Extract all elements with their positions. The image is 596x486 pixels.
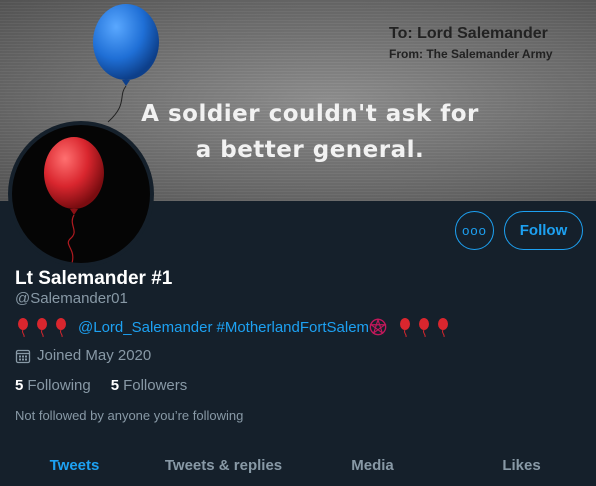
red-balloon-emoji-icon — [400, 318, 411, 337]
handle: @Salemander01 — [15, 290, 128, 307]
more-options-icon: ooo — [462, 223, 487, 238]
followers-label: Followers — [123, 377, 188, 394]
red-balloon-emoji-icon — [37, 318, 47, 337]
red-balloon-emoji-icon — [56, 318, 66, 337]
tab-tweets[interactable]: Tweets — [0, 446, 149, 486]
bio: @Lord_Salemander #MotherlandFortSalem — [15, 316, 454, 338]
followers-link[interactable]: 5 Followers — [111, 377, 188, 394]
joined-date: Joined May 2020 — [15, 347, 151, 364]
banner-to-line: To: Lord Salemander — [389, 25, 548, 42]
pentagram-icon — [369, 318, 387, 336]
joined-label: Joined May 2020 — [37, 347, 152, 364]
following-count: 5 — [15, 377, 24, 394]
banner-slogan: A soldier couldn't ask for a better gene… — [120, 96, 500, 168]
red-balloon-emoji-icon — [18, 318, 28, 337]
red-balloon-emoji-icon — [438, 318, 449, 337]
following-link[interactable]: 5 Following — [15, 377, 91, 394]
bio-mention-link[interactable]: @Lord_Salemander — [78, 319, 212, 336]
not-followed-notice: Not followed by anyone you’re following — [15, 408, 244, 423]
banner-slogan-line2: a better general. — [195, 137, 425, 163]
red-balloon-emoji-icon — [419, 318, 430, 337]
followers-count: 5 — [110, 377, 120, 394]
banner-slogan-line1: A soldier couldn't ask for — [141, 101, 479, 127]
tab-media[interactable]: Media — [298, 446, 447, 486]
bio-hashtag-link[interactable]: #MotherlandFortSalem — [216, 319, 369, 336]
tab-tweets-and-replies[interactable]: Tweets & replies — [149, 446, 298, 486]
more-options-button[interactable]: ooo — [455, 211, 494, 250]
calendar-icon — [15, 349, 31, 363]
avatar[interactable] — [8, 121, 154, 267]
profile-tabs: Tweets Tweets & replies Media Likes — [0, 446, 596, 486]
tab-likes[interactable]: Likes — [447, 446, 596, 486]
following-label: Following — [27, 377, 91, 394]
follow-stats: 5 Following 5 Followers — [15, 377, 207, 394]
red-balloon-avatar-icon — [44, 137, 104, 263]
follow-button[interactable]: Follow — [504, 211, 583, 250]
display-name: Lt Salemander #1 — [15, 268, 173, 289]
avatar-image — [12, 125, 150, 263]
banner-from-line: From: The Salemander Army — [389, 47, 553, 61]
